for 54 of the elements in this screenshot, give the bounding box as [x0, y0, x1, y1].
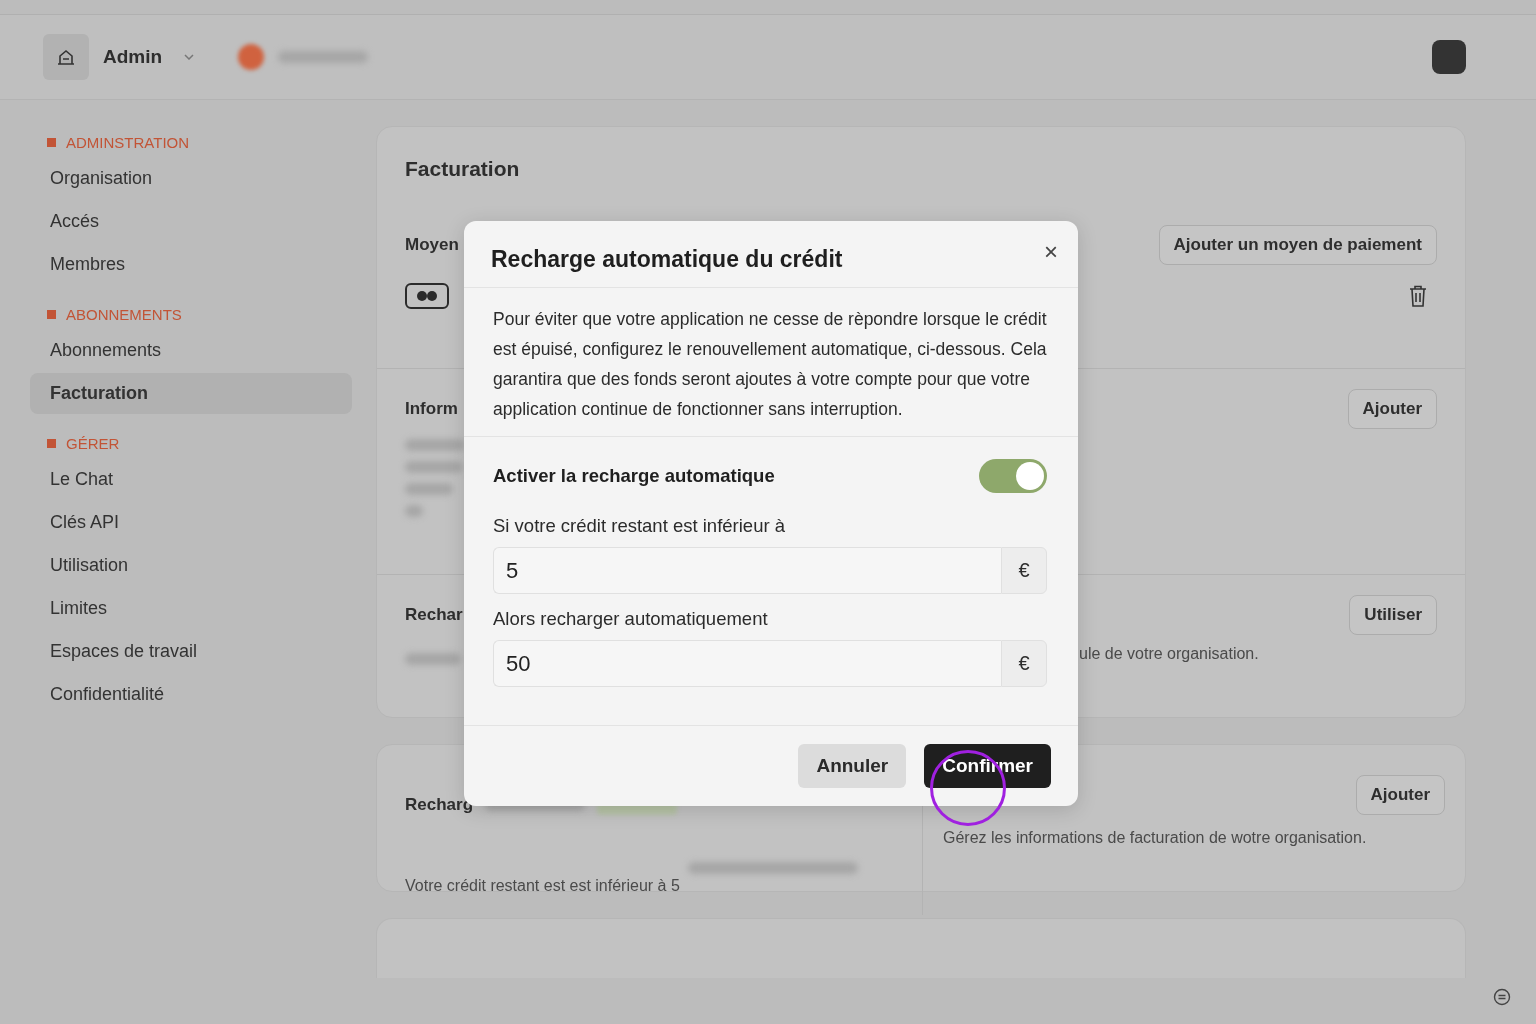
section-heading: GÉRER	[66, 435, 120, 452]
close-button[interactable]: ×	[1040, 243, 1062, 261]
blurred-text	[405, 483, 453, 495]
page-title: Facturation	[404, 156, 521, 182]
toggle-switch[interactable]	[979, 459, 1047, 493]
section-marker	[47, 310, 56, 319]
chat-icon[interactable]	[1493, 988, 1511, 1006]
add-button[interactable]: Ajouter	[1355, 775, 1445, 815]
toggle-label: Activer la recharge automatique	[493, 465, 775, 487]
sidebar-item[interactable]: Organisation	[30, 158, 352, 199]
blurred-text	[405, 505, 423, 517]
cancel-button[interactable]: Annuler	[798, 744, 907, 788]
add-button[interactable]: Ajouter un moyen de paiement	[1158, 225, 1437, 265]
section-title: Recharg	[405, 795, 474, 815]
section-heading: ADMINSTRATION	[66, 134, 190, 151]
section-title: Moyen	[405, 235, 459, 255]
dialog-title: Recharge automatique du crédit	[491, 246, 843, 273]
logo-button[interactable]	[43, 34, 89, 80]
house-icon	[56, 48, 76, 66]
sidebar-item[interactable]: Clés API	[30, 502, 352, 543]
description: ule de votre organisation.	[1079, 645, 1259, 663]
blurred-text	[405, 653, 461, 665]
add-button[interactable]: Utiliser	[1349, 595, 1437, 635]
currency-label: €	[1001, 640, 1047, 687]
sidebar-item[interactable]: Limites	[30, 588, 352, 629]
section-heading: ABONNEMENTS	[66, 306, 182, 323]
sidebar-item[interactable]: Le Chat	[30, 459, 352, 500]
blurred-text	[405, 461, 463, 473]
section-title: Inform	[405, 399, 458, 419]
sidebar-item[interactable]: Membres	[30, 244, 352, 285]
avatar	[238, 44, 265, 70]
amount-field[interactable]: 50	[493, 640, 1001, 687]
card-icon	[405, 283, 449, 309]
description: Votre crédit restant est est inférieur à 5	[405, 877, 680, 895]
currency-label: €	[1001, 547, 1047, 594]
sidebar-item[interactable]: Abonnements	[30, 330, 352, 371]
section-title: Rechar	[405, 605, 463, 625]
amount-field[interactable]: 5	[493, 547, 1001, 594]
profile-button[interactable]	[1432, 40, 1466, 74]
dialog-description: Pour éviter que votre application ne cesse de rèpondre lorsque le crédit est épuisé, configurez le renouvellement automatique, ci-dessous. Cela garantira que des fonds seront ajoutes à votre compte pour que votre application continue de fonctionner sans interruption.	[464, 288, 1078, 437]
add-button[interactable]: Ajouter	[1347, 389, 1437, 429]
sidebar-item[interactable]: Accés	[30, 201, 352, 242]
sidebar-item[interactable]: Confidentialité	[30, 674, 352, 715]
blurred-text	[405, 439, 465, 451]
sidebar-item[interactable]: Utilisation	[30, 545, 352, 586]
sidebar-item[interactable]: Espaces de travail	[30, 631, 352, 672]
workspace-name[interactable]: Admin	[103, 46, 163, 68]
sidebar-item[interactable]: Facturation	[30, 373, 352, 414]
section-marker	[47, 138, 56, 147]
description: Gérez les informations de facturation de wotre organisation.	[943, 829, 1368, 847]
field-label: Si votre crédit restant est inférieur à	[493, 515, 787, 537]
field-label: Alors recharger automatiquement	[493, 608, 769, 630]
trash-icon[interactable]	[1409, 285, 1427, 307]
section-marker	[47, 439, 56, 448]
